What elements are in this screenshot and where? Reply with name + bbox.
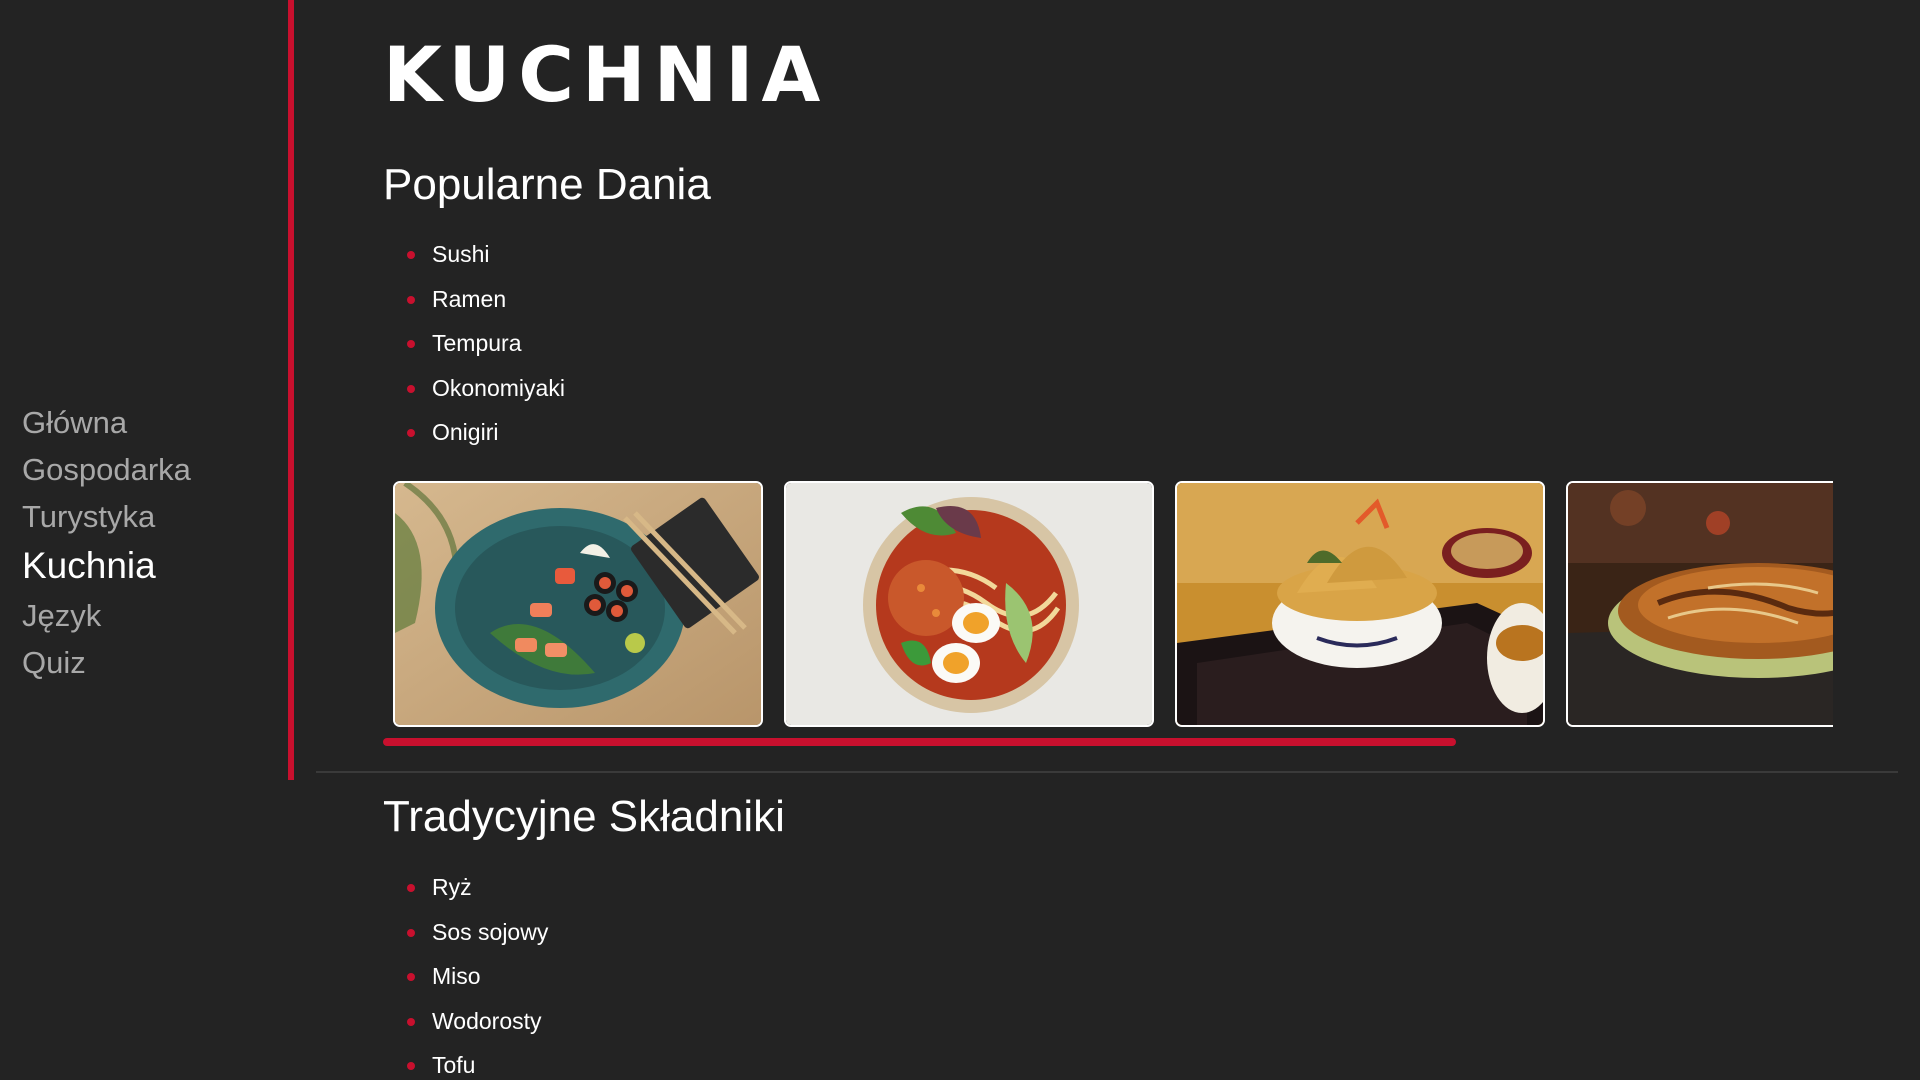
list-item-label: Tofu xyxy=(432,1052,476,1078)
sushi-photo[interactable] xyxy=(393,481,763,727)
list-item: Sos sojowy xyxy=(407,910,548,955)
nav-item-kuchnia[interactable]: Kuchnia xyxy=(22,540,191,592)
bullet-icon xyxy=(407,1062,415,1070)
page: Główna Gospodarka Turystyka Kuchnia Języ… xyxy=(0,0,1920,1080)
okonomiyaki-photo[interactable] xyxy=(1566,481,1833,727)
list-item-label: Okonomiyaki xyxy=(432,374,565,401)
list-item-label: Ryż xyxy=(432,874,472,900)
nav-item-gospodarka[interactable]: Gospodarka xyxy=(22,446,191,493)
list-item: Wodorosty xyxy=(407,999,548,1044)
bullet-icon xyxy=(407,384,415,393)
nav-item-quiz[interactable]: Quiz xyxy=(22,639,191,686)
bullet-icon xyxy=(407,884,415,892)
dish-gallery[interactable] xyxy=(393,481,1833,727)
list-item-label: Wodorosty xyxy=(432,1007,542,1034)
list-item: Ryż xyxy=(407,865,548,910)
nav-item-glowna[interactable]: Główna xyxy=(22,399,191,446)
traditional-ingredients-title: Tradycyjne Składniki xyxy=(383,792,785,841)
list-item: Tempura xyxy=(407,321,565,366)
list-item: Miso xyxy=(407,954,548,999)
traditional-ingredients-list: Ryż Sos sojowy Miso Wodorosty Tofu xyxy=(407,865,548,1080)
list-item-label: Ramen xyxy=(432,285,507,312)
sidebar-accent-bar xyxy=(288,0,294,780)
nav-item-jezyk[interactable]: Język xyxy=(22,592,191,639)
ramen-photo[interactable] xyxy=(784,481,1154,727)
popular-dishes-list: Sushi Ramen Tempura Okonomiyaki Onigiri xyxy=(407,232,565,455)
sidebar-nav: Główna Gospodarka Turystyka Kuchnia Języ… xyxy=(22,399,191,686)
list-item-label: Miso xyxy=(432,963,481,989)
bullet-icon xyxy=(407,340,415,348)
section-divider xyxy=(316,771,1898,773)
gallery-scroll-thumb[interactable] xyxy=(383,738,1456,746)
nav-item-turystyka[interactable]: Turystyka xyxy=(22,493,191,540)
gallery-scrollbar[interactable] xyxy=(383,738,1833,746)
tempura-photo[interactable] xyxy=(1175,481,1545,727)
bullet-icon xyxy=(407,928,415,937)
list-item-label: Onigiri xyxy=(432,419,499,445)
bullet-icon xyxy=(407,251,415,259)
list-item: Onigiri xyxy=(407,410,565,455)
list-item: Okonomiyaki xyxy=(407,366,565,411)
list-item: Sushi xyxy=(407,232,565,277)
list-item: Tofu xyxy=(407,1043,548,1080)
popular-dishes-title: Popularne Dania xyxy=(383,160,711,209)
page-logo: KUCHNIA xyxy=(383,30,829,119)
list-item-label: Sushi xyxy=(432,241,490,267)
list-item-label: Sos sojowy xyxy=(432,918,549,945)
sidebar: Główna Gospodarka Turystyka Kuchnia Języ… xyxy=(0,0,285,780)
bullet-icon xyxy=(407,1017,415,1026)
list-item: Ramen xyxy=(407,277,565,322)
bullet-icon xyxy=(407,295,415,304)
bullet-icon xyxy=(407,429,415,437)
list-item-label: Tempura xyxy=(432,330,522,356)
bullet-icon xyxy=(407,973,415,981)
